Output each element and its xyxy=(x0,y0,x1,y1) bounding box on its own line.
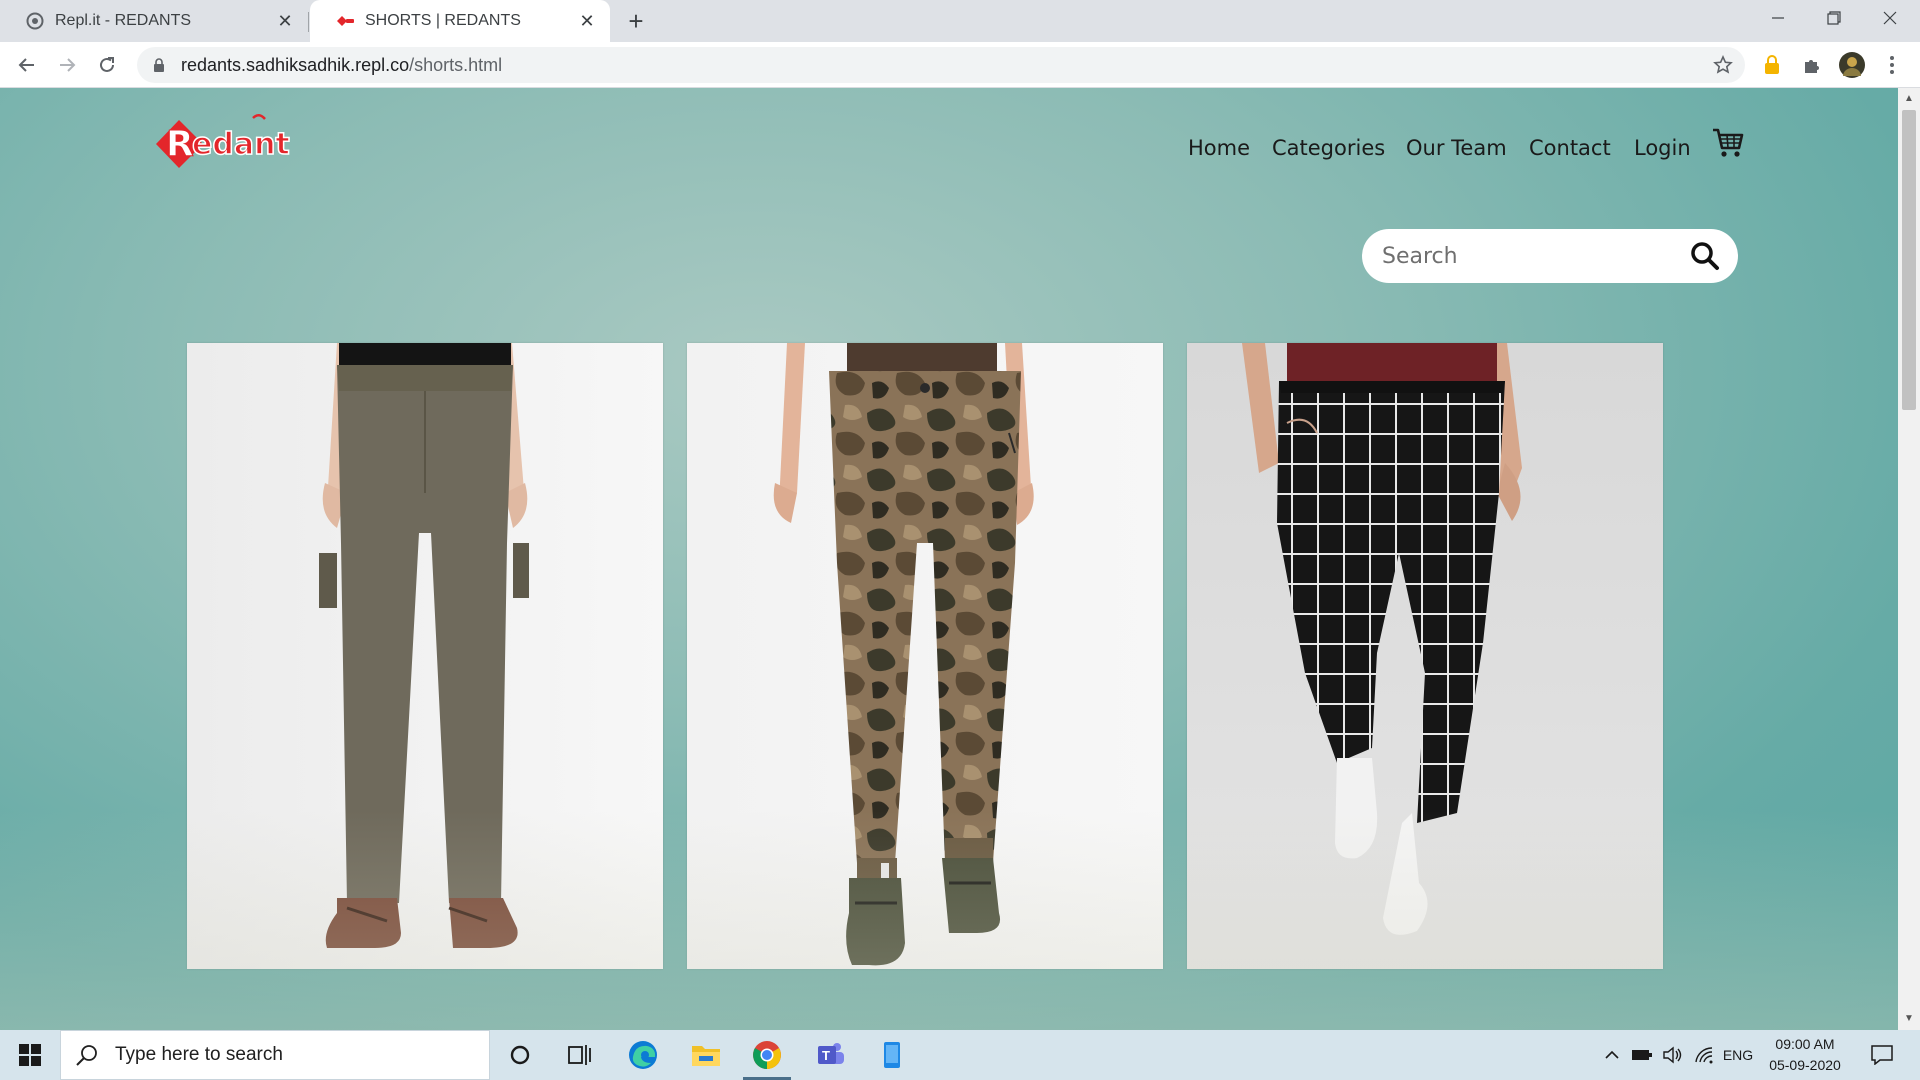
windows-start-icon[interactable] xyxy=(0,1030,60,1080)
svg-text:R: R xyxy=(166,124,194,165)
redant-icon xyxy=(335,11,355,31)
svg-text:T: T xyxy=(822,1048,830,1063)
product-card-olive-cargo[interactable] xyxy=(187,343,663,969)
menu-kebab-icon[interactable] xyxy=(1878,51,1906,79)
search-icon xyxy=(75,1043,99,1067)
file-explorer-icon[interactable] xyxy=(676,1030,736,1080)
profile-avatar[interactable] xyxy=(1838,51,1866,79)
close-icon[interactable]: ✕ xyxy=(274,10,296,32)
taskbar-search[interactable]: Type here to search xyxy=(60,1030,490,1080)
browser-toolbar: redants.sadhiksadhik.repl.co/shorts.html xyxy=(0,42,1920,88)
product-card-camo-cargo[interactable] xyxy=(687,343,1163,969)
tab-shorts[interactable]: SHORTS | REDANTS ✕ xyxy=(310,0,610,42)
chrome-icon[interactable] xyxy=(737,1030,797,1080)
scrollbar-thumb[interactable] xyxy=(1902,110,1916,410)
product-image xyxy=(1187,343,1663,969)
notification-icon[interactable] xyxy=(1862,1030,1902,1080)
minimize-icon[interactable] xyxy=(1750,0,1806,36)
nav-categories[interactable]: Categories xyxy=(1272,136,1385,166)
restore-icon[interactable] xyxy=(1806,0,1862,36)
back-icon[interactable] xyxy=(13,51,41,79)
scroll-down-icon[interactable]: ▼ xyxy=(1903,1013,1915,1025)
volume-icon[interactable] xyxy=(1657,1030,1687,1080)
clock-time: 09:00 AM xyxy=(1775,1036,1835,1052)
phone-app-icon[interactable] xyxy=(862,1030,922,1080)
language-indicator[interactable]: ENG xyxy=(1722,1030,1754,1080)
tab-title: SHORTS | REDANTS xyxy=(365,12,521,29)
tab-replit[interactable]: Repl.it - REDANTS ✕ xyxy=(0,0,308,42)
search-box xyxy=(1362,229,1738,283)
window-close-icon[interactable] xyxy=(1862,0,1918,36)
search-input[interactable] xyxy=(1382,243,1682,269)
teams-icon[interactable]: T xyxy=(800,1030,860,1080)
address-bar[interactable]: redants.sadhiksadhik.repl.co/shorts.html xyxy=(137,47,1745,83)
url-host: redants.sadhiksadhik.repl.co xyxy=(181,54,410,75)
replit-icon xyxy=(25,11,45,31)
clock[interactable]: 09:00 AM 05-09-2020 xyxy=(1755,1034,1855,1076)
page-scrollbar[interactable]: ▲ ▼ xyxy=(1898,88,1920,1030)
product-card-check-trousers[interactable] xyxy=(1187,343,1663,969)
taskbar-search-placeholder: Type here to search xyxy=(115,1044,283,1065)
forward-icon[interactable] xyxy=(53,51,81,79)
extension-lock-icon[interactable] xyxy=(1758,51,1786,79)
close-icon[interactable]: ✕ xyxy=(576,10,598,32)
tab-divider xyxy=(308,12,309,32)
nav-login[interactable]: Login xyxy=(1634,136,1691,166)
tray-chevron-icon[interactable] xyxy=(1597,1030,1627,1080)
page-content: R edant Home Categories Our Team Contact… xyxy=(0,88,1898,1030)
url-path: /shorts.html xyxy=(409,54,503,75)
search-icon[interactable] xyxy=(1690,241,1720,271)
tab-title: Repl.it - REDANTS xyxy=(55,12,192,29)
nav-home[interactable]: Home xyxy=(1188,136,1250,166)
browser-tab-bar: Repl.it - REDANTS ✕ SHORTS | REDANTS ✕ + xyxy=(0,0,1920,42)
reload-icon[interactable] xyxy=(93,51,121,79)
nav-our-team[interactable]: Our Team xyxy=(1406,136,1507,166)
battery-icon[interactable] xyxy=(1627,1030,1657,1080)
puzzle-icon[interactable] xyxy=(1798,51,1826,79)
product-image xyxy=(687,343,1163,969)
svg-text:edant: edant xyxy=(192,127,290,162)
nav-contact[interactable]: Contact xyxy=(1529,136,1611,166)
lock-icon xyxy=(151,57,167,73)
task-view-icon[interactable] xyxy=(550,1030,610,1080)
edge-icon[interactable] xyxy=(613,1030,673,1080)
windows-taskbar: Type here to search T ENG 09:00 AM 05-09… xyxy=(0,1030,1920,1080)
cart-icon[interactable] xyxy=(1711,126,1745,160)
scroll-up-icon[interactable]: ▲ xyxy=(1903,93,1915,105)
clock-date: 05-09-2020 xyxy=(1769,1057,1841,1073)
new-tab-button[interactable]: + xyxy=(622,7,650,35)
site-logo[interactable]: R edant xyxy=(153,110,315,172)
bookmark-star-icon[interactable] xyxy=(1713,55,1733,75)
cortana-icon[interactable] xyxy=(490,1030,550,1080)
wifi-icon[interactable] xyxy=(1689,1030,1719,1080)
product-image xyxy=(187,343,663,969)
